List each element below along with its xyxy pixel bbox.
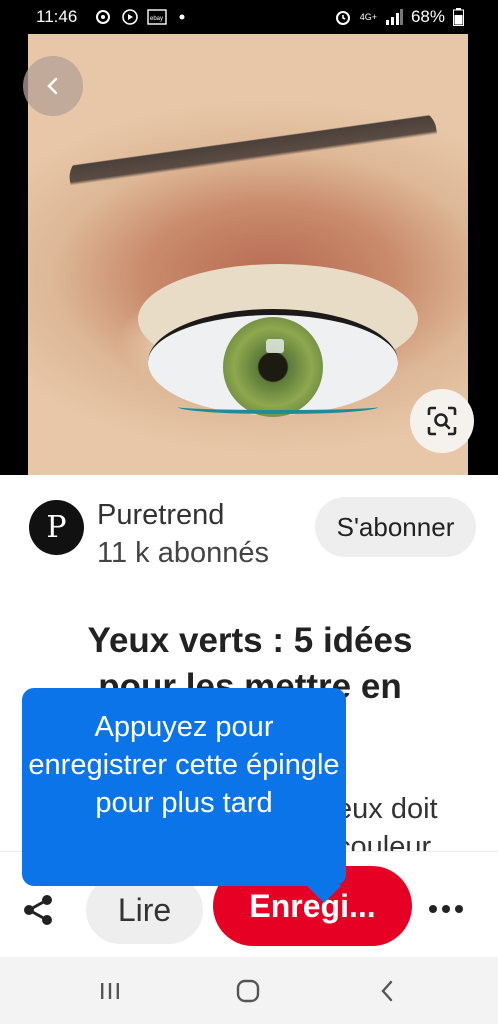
eyeliner-shape <box>178 400 378 414</box>
gear-notification-icon <box>96 10 110 24</box>
alarm-icon <box>335 11 350 25</box>
more-options-icon[interactable] <box>428 904 464 914</box>
chevron-left-icon <box>47 77 58 95</box>
save-tooltip[interactable]: Appuyez pour enregistrer cette épingle p… <box>22 688 346 903</box>
back-nav-icon[interactable] <box>374 977 402 1005</box>
play-notification-icon <box>122 9 138 25</box>
pin-description-line-1: eux doit <box>336 793 438 825</box>
read-button[interactable]: Lire <box>86 876 203 944</box>
battery-icon <box>453 8 464 26</box>
follow-button[interactable]: S'abonner <box>315 497 476 557</box>
avatar-letter: P <box>46 510 67 545</box>
battery-percent: 68% <box>410 7 445 26</box>
system-navigation-bar <box>0 957 498 1024</box>
status-time: 11:46 <box>36 7 78 26</box>
pin-title-line-1: Yeux verts : 5 idées <box>87 621 413 660</box>
pin-image[interactable] <box>28 34 468 475</box>
dot-icon <box>179 14 185 20</box>
eye-glint <box>266 339 284 353</box>
lens-search-icon <box>427 406 457 436</box>
creator-followers: 11 k abonnés <box>97 537 269 569</box>
status-bar: 11:46 ebay 4G+ 68% <box>0 0 498 34</box>
status-right-group: 4G+ 68% <box>334 7 464 27</box>
home-icon[interactable] <box>234 977 262 1005</box>
recent-apps-icon[interactable] <box>96 977 124 1005</box>
signal-icon <box>385 9 403 25</box>
svg-text:ebay: ebay <box>150 16 163 22</box>
creator-avatar[interactable]: P <box>29 500 84 555</box>
eyebrow-shape <box>61 68 445 240</box>
network-type: 4G+ <box>359 12 377 22</box>
ebay-notification-icon: ebay <box>147 9 167 25</box>
tooltip-text: Appuyez pour enregistrer cette épingle p… <box>28 711 340 819</box>
back-button[interactable] <box>23 56 83 116</box>
visual-search-button[interactable] <box>410 389 474 453</box>
share-icon[interactable] <box>20 892 56 928</box>
creator-name[interactable]: Puretrend <box>97 499 224 532</box>
pin-image-area <box>0 34 498 475</box>
